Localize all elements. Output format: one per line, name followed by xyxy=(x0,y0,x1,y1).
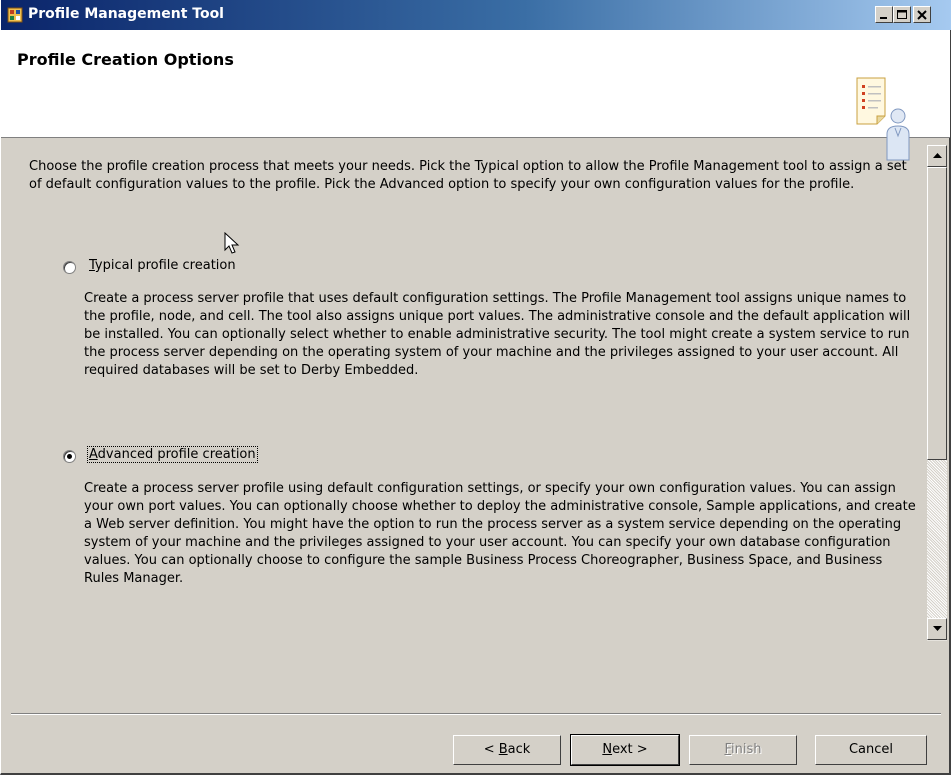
vertical-scrollbar[interactable] xyxy=(927,145,947,641)
wizard-banner: Profile Creation Options xyxy=(1,30,950,161)
arrow-down-icon xyxy=(933,626,942,631)
footer-separator-highlight xyxy=(11,714,941,715)
arrow-up-icon xyxy=(933,153,942,158)
advanced-option-label[interactable]: Advanced profile creation xyxy=(87,446,258,463)
typical-option-description: Create a process server profile that use… xyxy=(84,291,911,378)
minimize-icon xyxy=(880,17,887,19)
mouse-cursor-icon xyxy=(224,232,240,254)
close-button[interactable] xyxy=(913,6,931,23)
profile-management-window: Profile Management Tool Profile Creation… xyxy=(0,0,951,775)
next-button[interactable]: Next > xyxy=(570,734,680,766)
typical-radio-button[interactable] xyxy=(63,261,76,274)
scroll-track[interactable] xyxy=(927,460,947,618)
typical-option-label[interactable]: Typical profile creation xyxy=(88,258,237,273)
intro-text: Choose the profile creation process that… xyxy=(29,159,907,192)
radio-selected-dot xyxy=(67,454,72,459)
advanced-option-description: Create a process server profile using de… xyxy=(84,481,916,586)
window-title: Profile Management Tool xyxy=(28,6,224,22)
app-icon xyxy=(7,7,23,23)
finish-button[interactable]: Finish xyxy=(689,735,797,765)
options-panel: Choose the profile creation process that… xyxy=(1,140,919,640)
page-title: Profile Creation Options xyxy=(17,50,234,69)
cancel-button[interactable]: Cancel xyxy=(815,735,927,765)
title-bar[interactable]: Profile Management Tool xyxy=(1,0,951,30)
advanced-radio-button[interactable] xyxy=(63,450,76,463)
minimize-button[interactable] xyxy=(875,6,893,23)
back-button[interactable]: < Back xyxy=(453,735,561,765)
scroll-thumb[interactable] xyxy=(927,167,947,460)
scroll-up-button[interactable] xyxy=(927,145,947,167)
maximize-icon xyxy=(897,10,907,19)
maximize-button[interactable] xyxy=(893,6,911,23)
close-icon xyxy=(917,10,927,20)
scroll-down-button[interactable] xyxy=(927,618,947,640)
